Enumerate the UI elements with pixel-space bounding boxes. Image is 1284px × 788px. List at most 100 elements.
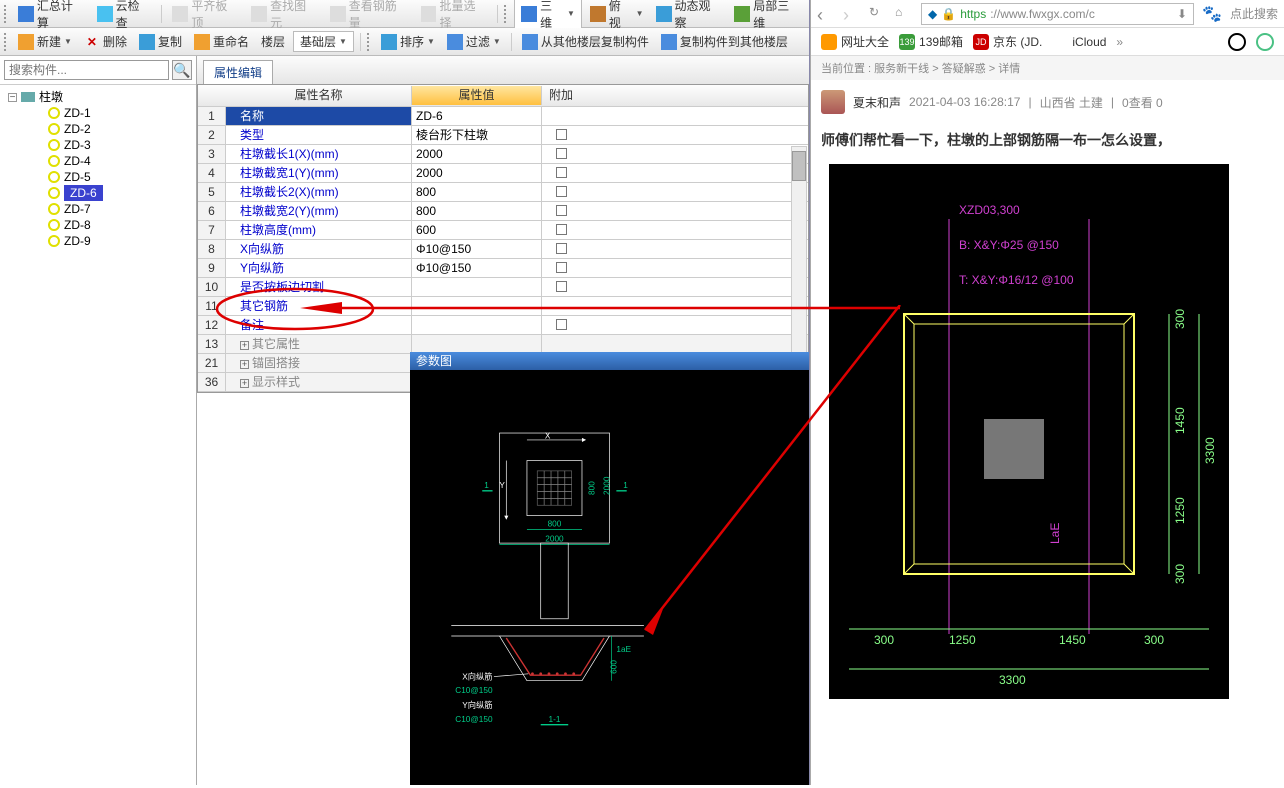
component-icon — [48, 107, 60, 119]
copy-to-other-layer-button[interactable]: 复制构件到其他楼层 — [657, 31, 792, 52]
property-row[interactable]: 12备注 — [198, 316, 808, 335]
property-value[interactable]: 600 — [412, 221, 542, 239]
property-row[interactable]: 1名称ZD-6 — [198, 107, 808, 126]
separator — [161, 5, 162, 23]
property-value[interactable]: 2000 — [412, 145, 542, 163]
expand-icon[interactable]: + — [240, 360, 249, 369]
tree-item-zd-3[interactable]: ZD-3 — [4, 137, 192, 153]
tree-item-zd-9[interactable]: ZD-9 — [4, 233, 192, 249]
property-additional — [542, 335, 580, 353]
tree-item-label: ZD-4 — [64, 153, 91, 169]
search-input[interactable] — [4, 60, 169, 80]
avatar[interactable] — [821, 90, 845, 114]
tree-item-zd-8[interactable]: ZD-8 — [4, 217, 192, 233]
additional-checkbox[interactable] — [556, 243, 567, 254]
property-row[interactable]: 3柱墩截长1(X)(mm)2000 — [198, 145, 808, 164]
rename-button[interactable]: 重命名 — [190, 31, 253, 52]
property-edit-tab[interactable]: 属性编辑 — [203, 60, 273, 84]
row-number: 11 — [198, 297, 226, 315]
property-additional — [542, 240, 580, 258]
property-value[interactable] — [412, 316, 542, 334]
bookmark-jd[interactable]: JD京东 (JD. — [973, 33, 1042, 50]
property-value[interactable] — [412, 335, 542, 353]
tree-item-zd-4[interactable]: ZD-4 — [4, 153, 192, 169]
refresh-button[interactable]: ↻ — [869, 5, 887, 23]
additional-checkbox[interactable] — [556, 224, 567, 235]
delete-button[interactable]: ✕删除 — [80, 31, 131, 52]
additional-checkbox[interactable] — [556, 281, 567, 292]
cad-dim-r-total: 3300 — [1203, 437, 1217, 464]
tree-item-zd-6[interactable]: ZD-6 — [4, 185, 192, 201]
toolbar-grip — [367, 33, 373, 51]
property-value[interactable]: 800 — [412, 183, 542, 201]
search-hint[interactable]: 点此搜索 — [1230, 5, 1278, 22]
bookmark-sitenav[interactable]: 网址大全 — [821, 33, 889, 50]
component-icon — [48, 203, 60, 215]
home-button[interactable]: ⌂ — [895, 5, 913, 23]
property-value[interactable] — [412, 297, 542, 315]
base-layer-dropdown[interactable]: 基础层▼ — [293, 31, 354, 52]
post-meta: 夏末和声 2021-04-03 16:28:17 | 山西省 土建 | 0查看 … — [811, 80, 1284, 124]
property-value[interactable]: 800 — [412, 202, 542, 220]
toolbar-grip — [4, 33, 10, 51]
tree-item-zd-5[interactable]: ZD-5 — [4, 169, 192, 185]
bookmark-139mail[interactable]: 139139邮箱 — [899, 33, 963, 50]
filter-button[interactable]: 过滤▼ — [443, 31, 505, 52]
property-additional — [542, 145, 580, 163]
property-value[interactable] — [412, 278, 542, 296]
new-button[interactable]: 新建▼ — [14, 31, 76, 52]
property-value[interactable]: 2000 — [412, 164, 542, 182]
post-views: 0查看 0 — [1122, 94, 1163, 111]
additional-checkbox[interactable] — [556, 319, 567, 330]
forward-button[interactable]: › — [843, 5, 861, 23]
property-row[interactable]: 7柱墩高度(mm)600 — [198, 221, 808, 240]
property-value[interactable]: Φ10@150 — [412, 259, 542, 277]
expand-icon[interactable]: + — [240, 379, 249, 388]
tree-item-zd-1[interactable]: ZD-1 — [4, 105, 192, 121]
lock-icon: 🔒 — [941, 7, 956, 21]
tree-item-zd-2[interactable]: ZD-2 — [4, 121, 192, 137]
separator — [497, 5, 498, 23]
property-row[interactable]: 8X向纵筋Φ10@150 — [198, 240, 808, 259]
property-row[interactable]: 10是否按板边切割 — [198, 278, 808, 297]
scroll-thumb[interactable] — [792, 151, 806, 181]
property-row[interactable]: 11其它钢筋 — [198, 297, 808, 316]
property-row[interactable]: 4柱墩截宽1(Y)(mm)2000 — [198, 164, 808, 183]
search-paw-icon[interactable]: 🐾 — [1202, 4, 1222, 24]
collapse-icon[interactable]: − — [8, 93, 17, 102]
property-row[interactable]: 6柱墩截宽2(Y)(mm)800 — [198, 202, 808, 221]
additional-checkbox[interactable] — [556, 129, 567, 140]
address-bar[interactable]: ◆ 🔒 https://www.fwxgx.com/c ⬇ — [921, 3, 1194, 25]
tree-item-zd-7[interactable]: ZD-7 — [4, 201, 192, 217]
additional-checkbox[interactable] — [556, 148, 567, 159]
minimize-sidebar-button[interactable] — [1228, 33, 1246, 51]
additional-checkbox[interactable] — [556, 262, 567, 273]
expand-icon[interactable]: + — [240, 341, 249, 350]
bookmark-overflow-icon[interactable]: » — [1116, 35, 1123, 49]
download-icon[interactable]: ⬇ — [1177, 7, 1187, 21]
property-row[interactable]: 9Y向纵筋Φ10@150 — [198, 259, 808, 278]
copy-button[interactable]: 复制 — [135, 31, 186, 52]
parameter-diagram-area: X Y 1 1 800 2000 — [410, 370, 809, 785]
back-button[interactable]: ‹ — [817, 5, 835, 23]
bookmark-icloud[interactable]: iCloud — [1052, 34, 1106, 50]
property-value[interactable]: ZD-6 — [412, 107, 542, 125]
property-row[interactable]: 2类型棱台形下柱墩 — [198, 126, 808, 145]
property-value[interactable]: Φ10@150 — [412, 240, 542, 258]
property-additional — [542, 259, 580, 277]
sort-button[interactable]: 排序▼ — [377, 31, 439, 52]
cad-line-t: T: X&Y:Φ16/12 @100 — [959, 273, 1074, 287]
additional-checkbox[interactable] — [556, 167, 567, 178]
tree-root-node[interactable]: − 柱墩 — [4, 89, 192, 105]
author-name[interactable]: 夏末和声 — [853, 94, 901, 111]
header-value: 属性值 — [412, 86, 542, 105]
additional-checkbox[interactable] — [556, 186, 567, 197]
component-icon — [48, 187, 60, 199]
parameter-diagram-title[interactable]: 参数图 — [410, 352, 809, 370]
property-value[interactable]: 棱台形下柱墩 — [412, 126, 542, 144]
property-row[interactable]: 5柱墩截长2(X)(mm)800 — [198, 183, 808, 202]
copy-from-other-layer-button[interactable]: 从其他楼层复制构件 — [518, 31, 653, 52]
sidebar-toggle-button[interactable] — [1256, 33, 1274, 51]
search-button[interactable]: 🔍 — [172, 60, 192, 80]
additional-checkbox[interactable] — [556, 205, 567, 216]
